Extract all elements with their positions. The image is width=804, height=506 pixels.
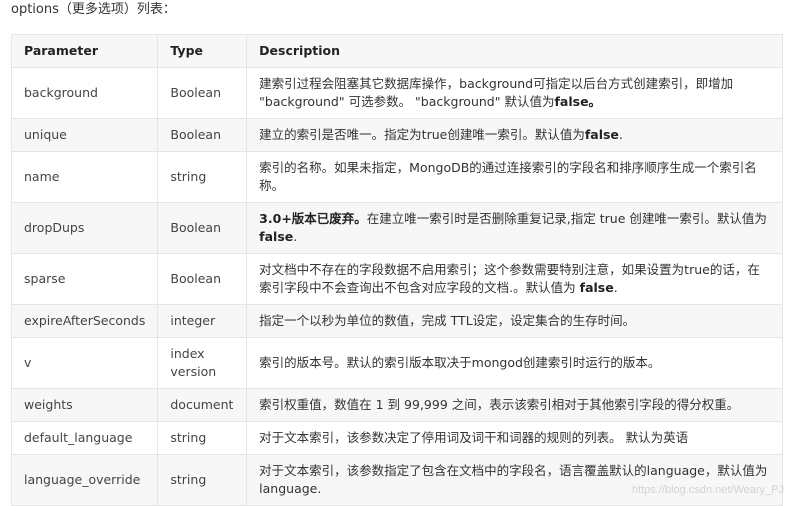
table-header-row: Parameter Type Description xyxy=(12,35,783,68)
type-cell: string xyxy=(158,152,247,203)
description-suffix: . xyxy=(619,127,623,142)
table-row: background Boolean 建索引过程会阻塞其它数据库操作，backg… xyxy=(12,68,783,119)
type-cell: Boolean xyxy=(158,254,247,305)
param-cell: default_language xyxy=(12,422,158,455)
type-cell: document xyxy=(158,389,247,422)
table-row: name string 索引的名称。如果未指定，MongoDB的通过连接索引的字… xyxy=(12,152,783,203)
header-description: Description xyxy=(247,35,783,68)
description-cell: 索引的版本号。默认的索引版本取决于mongod创建索引时运行的版本。 xyxy=(247,338,783,389)
header-type: Type xyxy=(158,35,247,68)
table-row: v index version 索引的版本号。默认的索引版本取决于mongod创… xyxy=(12,338,783,389)
type-cell: string xyxy=(158,422,247,455)
description-cell: 索引权重值，数值在 1 到 99,999 之间，表示该索引相对于其他索引字段的得… xyxy=(247,389,783,422)
description-text: 索引的名称。如果未指定，MongoDB的通过连接索引的字段名和排序顺序生成一个索… xyxy=(259,160,757,193)
table-row: unique Boolean 建立的索引是否唯一。指定为true创建唯一索引。默… xyxy=(12,119,783,152)
description-cell: 指定一个以秒为单位的数值，完成 TTL设定，设定集合的生存时间。 xyxy=(247,305,783,338)
description-text: 对文档中不存在的字段数据不启用索引；这个参数需要特别注意，如果设置为true的话… xyxy=(259,262,760,295)
description-cell: 3.0+版本已废弃。在建立唯一索引时是否删除重复记录,指定 true 创建唯一索… xyxy=(247,203,783,254)
param-cell: language_override xyxy=(12,455,158,506)
options-table: Parameter Type Description background Bo… xyxy=(11,34,783,506)
param-cell: dropDups xyxy=(12,203,158,254)
intro-text: options（更多选项）列表： xyxy=(11,0,176,20)
default-value: false xyxy=(580,280,614,295)
description-cell: 对于文本索引，该参数决定了停用词及词干和词器的规则的列表。 默认为英语 xyxy=(247,422,783,455)
description-text: 对于文本索引，该参数决定了停用词及词干和词器的规则的列表。 默认为英语 xyxy=(259,430,688,445)
description-suffix: . xyxy=(614,280,618,295)
param-cell: expireAfterSeconds xyxy=(12,305,158,338)
description-cell: 对文档中不存在的字段数据不启用索引；这个参数需要特别注意，如果设置为true的话… xyxy=(247,254,783,305)
table-row: dropDups Boolean 3.0+版本已废弃。在建立唯一索引时是否删除重… xyxy=(12,203,783,254)
description-cell: 对于文本索引，该参数指定了包含在文档中的字段名，语言覆盖默认的language，… xyxy=(247,455,783,506)
param-cell: background xyxy=(12,68,158,119)
description-text: 建立的索引是否唯一。指定为true创建唯一索引。默认值为 xyxy=(259,127,585,142)
header-parameter: Parameter xyxy=(12,35,158,68)
description-text: 在建立唯一索引时是否删除重复记录,指定 true 创建唯一索引。默认值为 xyxy=(367,211,767,226)
table-row: sparse Boolean 对文档中不存在的字段数据不启用索引；这个参数需要特… xyxy=(12,254,783,305)
param-cell: name xyxy=(12,152,158,203)
default-value: false xyxy=(585,127,619,142)
table-row: weights document 索引权重值，数值在 1 到 99,999 之间… xyxy=(12,389,783,422)
type-cell: Boolean xyxy=(158,119,247,152)
param-cell: v xyxy=(12,338,158,389)
param-cell: sparse xyxy=(12,254,158,305)
deprecation-note: 3.0+版本已废弃。 xyxy=(259,211,367,226)
table-row: default_language string 对于文本索引，该参数决定了停用词… xyxy=(12,422,783,455)
description-text: 建索引过程会阻塞其它数据库操作，background可指定以后台方式创建索引，即… xyxy=(259,76,733,109)
type-cell: integer xyxy=(158,305,247,338)
description-cell: 索引的名称。如果未指定，MongoDB的通过连接索引的字段名和排序顺序生成一个索… xyxy=(247,152,783,203)
default-value: false xyxy=(259,229,293,244)
type-cell: Boolean xyxy=(158,68,247,119)
type-cell: index version xyxy=(158,338,247,389)
description-text: 索引的版本号。默认的索引版本取决于mongod创建索引时运行的版本。 xyxy=(259,355,660,370)
table-row: language_override string 对于文本索引，该参数指定了包含… xyxy=(12,455,783,506)
description-suffix: . xyxy=(293,229,297,244)
table-row: expireAfterSeconds integer 指定一个以秒为单位的数值，… xyxy=(12,305,783,338)
type-cell: Boolean xyxy=(158,203,247,254)
default-value: false。 xyxy=(554,94,601,109)
type-cell: string xyxy=(158,455,247,506)
description-cell: 建索引过程会阻塞其它数据库操作，background可指定以后台方式创建索引，即… xyxy=(247,68,783,119)
param-cell: unique xyxy=(12,119,158,152)
param-cell: weights xyxy=(12,389,158,422)
watermark: https://blog.csdn.net/Weary_PJ xyxy=(632,484,784,496)
description-text: 指定一个以秒为单位的数值，完成 TTL设定，设定集合的生存时间。 xyxy=(259,313,635,328)
description-cell: 建立的索引是否唯一。指定为true创建唯一索引。默认值为false. xyxy=(247,119,783,152)
description-text: 索引权重值，数值在 1 到 99,999 之间，表示该索引相对于其他索引字段的得… xyxy=(259,397,739,412)
